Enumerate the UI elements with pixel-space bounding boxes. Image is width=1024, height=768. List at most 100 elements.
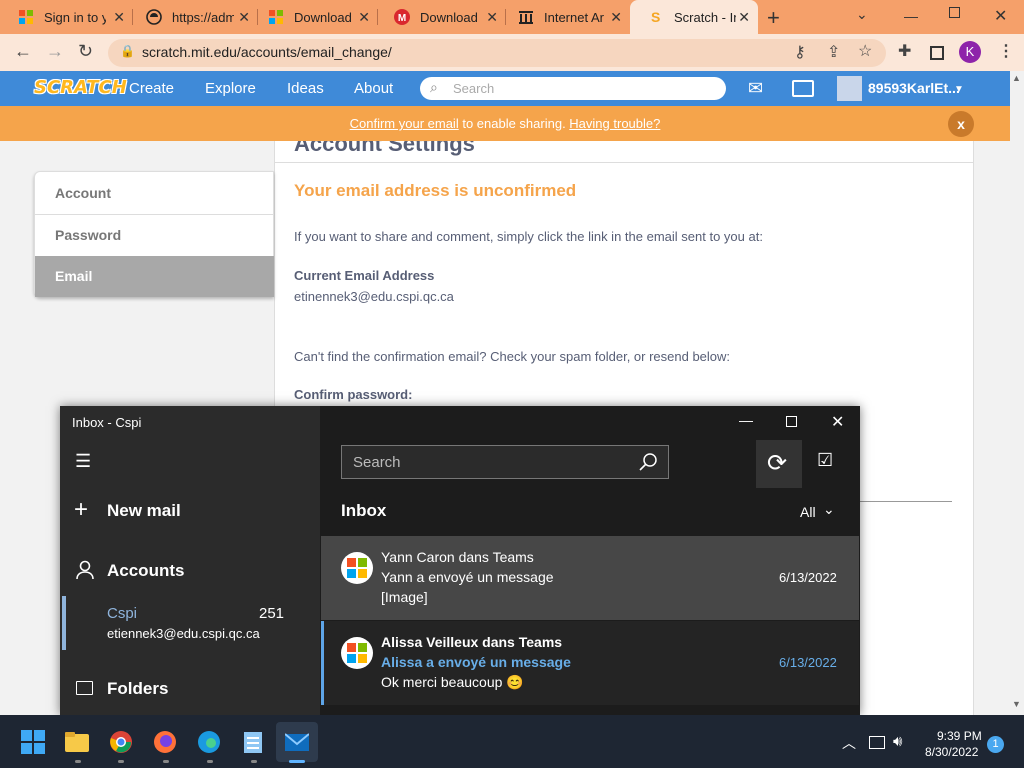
close-window-icon[interactable]: ✕ (994, 6, 1007, 26)
scratch-search-input[interactable]: ⌕ Search (420, 77, 726, 100)
sidepanel-icon[interactable] (930, 46, 944, 60)
sidebar-item-password[interactable]: Password (55, 227, 121, 243)
url-text[interactable]: scratch.mit.edu/accounts/email_change/ (142, 44, 392, 60)
new-mail-button[interactable]: New mail (107, 501, 181, 521)
globe-icon (146, 9, 162, 25)
username[interactable]: 89593KarlEt... (868, 80, 960, 96)
new-tab-icon[interactable]: + (767, 5, 780, 31)
message-row[interactable]: Yann Caron dans Teams Yann a envoyé un m… (321, 536, 859, 620)
current-email-label: Current Email Address (294, 268, 435, 283)
key-icon[interactable]: ⚷ (794, 42, 806, 62)
tab-search-chevron-icon[interactable]: ⌄ (856, 6, 868, 23)
restore-icon[interactable] (949, 7, 960, 18)
sidebar-item-account[interactable]: Account (55, 185, 111, 201)
sidebar-item-email[interactable]: Email (35, 256, 274, 297)
tab-close-icon[interactable]: ✕ (238, 9, 250, 26)
unconfirmed-heading: Your email address is unconfirmed (294, 181, 577, 200)
messages-envelope-icon[interactable]: ✉ (748, 78, 763, 99)
search-icon: ⌕ (430, 79, 438, 95)
banner-close-button[interactable]: x (948, 111, 974, 137)
tab-close-icon[interactable]: ✕ (486, 9, 498, 26)
account-name[interactable]: Cspi (107, 605, 137, 622)
tab-close-icon[interactable]: ✕ (113, 9, 125, 26)
tab-scratch[interactable]: S Scratch - In ✕ (630, 0, 758, 34)
message-row[interactable]: Alissa Veilleux dans Teams Alissa a envo… (321, 621, 859, 705)
selection-mode-icon[interactable]: ☑ (817, 450, 833, 471)
star-icon[interactable]: ☆ (858, 41, 872, 61)
user-dropdown-icon[interactable]: ▼ (954, 84, 964, 95)
notification-badge[interactable]: 1 (987, 736, 1004, 753)
lock-icon[interactable]: 🔒 (120, 44, 135, 58)
nav-create[interactable]: Create (129, 80, 174, 97)
message-subject: Yann a envoyé un message (381, 569, 554, 585)
network-icon[interactable] (869, 736, 885, 749)
start-windows-icon[interactable] (21, 730, 45, 754)
scroll-up-icon[interactable]: ▲ (1012, 73, 1021, 83)
file-explorer-icon[interactable] (65, 730, 89, 754)
clock-time[interactable]: 9:39 PM (937, 729, 982, 743)
inbox-heading: Inbox (341, 501, 387, 520)
filter-dropdown[interactable]: All (800, 504, 816, 520)
running-indicator (207, 760, 213, 763)
tab-sign-in[interactable]: Sign in to y ✕ (0, 0, 133, 34)
chrome-icon[interactable] (109, 730, 133, 754)
mail-window: Inbox - Cspi ☰ + New mail Accounts Cspi … (60, 406, 860, 715)
mail-minimize-icon[interactable]: — (739, 412, 753, 428)
profile-avatar[interactable]: K (959, 41, 981, 63)
reload-icon[interactable]: ↻ (78, 41, 93, 62)
tab-internet-archive[interactable]: Internet Ar ✕ (500, 0, 630, 34)
tab-download-1[interactable]: Download ✕ (250, 0, 378, 34)
share-icon[interactable]: ⇪ (827, 42, 840, 62)
user-avatar[interactable] (837, 76, 862, 101)
folder-icon (76, 681, 93, 695)
forward-icon[interactable]: → (46, 41, 64, 62)
minimize-icon[interactable]: — (904, 8, 918, 24)
tab-download-2[interactable]: M Download ✕ (376, 0, 506, 34)
sync-button[interactable]: ⟳ (756, 440, 802, 488)
nav-about[interactable]: About (354, 80, 393, 97)
scroll-down-icon[interactable]: ▼ (1012, 699, 1021, 709)
tab-adm[interactable]: https://adm ✕ (128, 0, 258, 34)
divider (274, 162, 974, 163)
running-indicator (163, 760, 169, 763)
account-unread-count: 251 (259, 605, 285, 622)
tab-close-icon[interactable]: ✕ (738, 9, 750, 26)
extensions-icon[interactable]: ✚ (898, 41, 911, 61)
mail-maximize-icon[interactable] (786, 416, 797, 427)
my-stuff-folder-icon[interactable] (792, 80, 814, 97)
scratch-logo[interactable]: SCRATCH (34, 77, 127, 99)
plus-icon[interactable]: + (74, 496, 88, 524)
tab-close-icon[interactable]: ✕ (358, 9, 370, 26)
accounts-heading[interactable]: Accounts (107, 561, 184, 581)
archive-icon (518, 9, 534, 25)
nav-explore[interactable]: Explore (205, 80, 256, 97)
hamburger-menu-icon[interactable]: ☰ (75, 451, 91, 472)
instruction-text: If you want to share and comment, simply… (294, 229, 763, 244)
having-trouble-link[interactable]: Having trouble? (569, 116, 660, 131)
firefox-icon[interactable] (153, 730, 177, 754)
nav-ideas[interactable]: Ideas (287, 80, 324, 97)
message-sender: Yann Caron dans Teams (381, 549, 534, 565)
notepad-icon[interactable] (241, 730, 265, 754)
sync-icon: ⟳ (767, 450, 788, 477)
mail-app-icon[interactable] (284, 730, 310, 754)
settings-sidebar: Account Password Email (34, 171, 274, 297)
scratch-icon: S (648, 9, 664, 25)
clock-date[interactable]: 8/30/2022 (925, 745, 978, 759)
menu-kebab-icon[interactable]: ⋮ (998, 41, 1014, 61)
page-scrollbar[interactable]: ▲ ▼ (1010, 71, 1024, 715)
current-email-value: etinennek3@edu.cspi.qc.ca (294, 289, 454, 304)
tab-close-icon[interactable]: ✕ (610, 9, 622, 26)
chevron-down-icon[interactable]: ⌄ (823, 501, 835, 518)
edge-icon[interactable] (197, 730, 221, 754)
folders-heading[interactable]: Folders (107, 679, 168, 699)
mail-search-input[interactable]: Search (341, 445, 669, 479)
tray-chevron-up-icon[interactable]: ︿ (842, 733, 856, 753)
mail-nav-pane: Inbox - Cspi ☰ + New mail Accounts Cspi … (60, 406, 320, 715)
running-indicator (75, 760, 81, 763)
confirm-email-link[interactable]: Confirm your email (350, 116, 459, 131)
back-icon[interactable]: ← (14, 41, 32, 62)
mail-close-icon[interactable]: ✕ (831, 412, 844, 432)
volume-icon[interactable]: 🔊︎ (893, 733, 902, 750)
selected-account-indicator (62, 596, 66, 650)
